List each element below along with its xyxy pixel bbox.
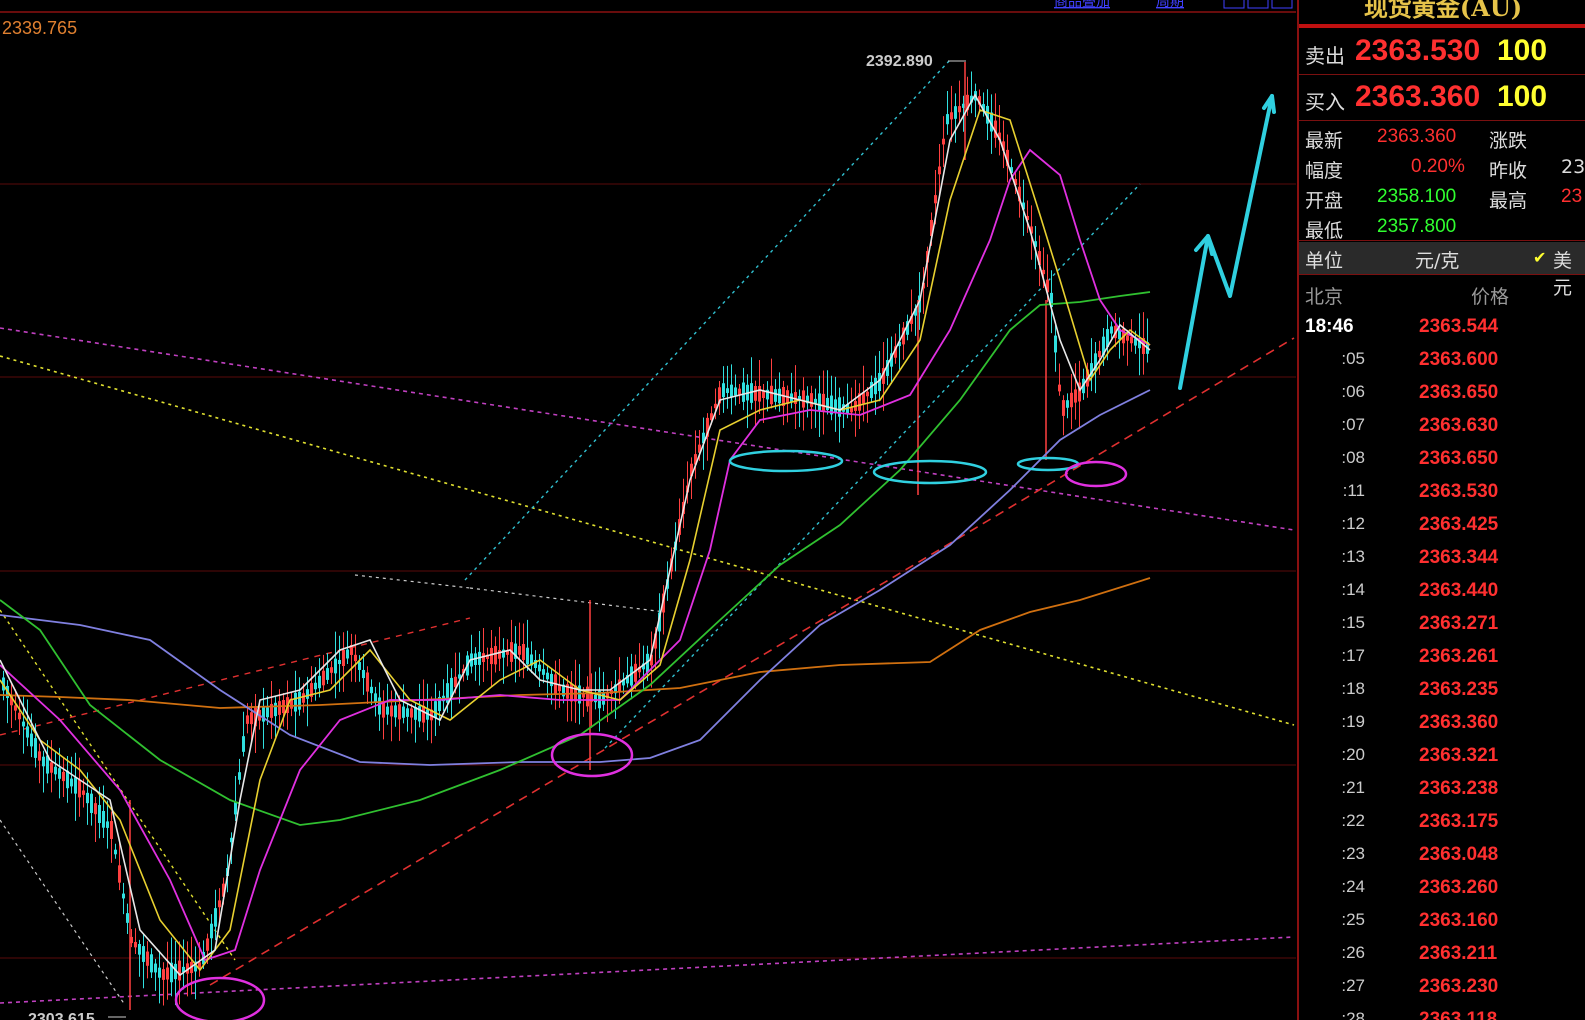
candlesticks <box>2 62 1149 1010</box>
tick-time: :25 <box>1341 910 1365 929</box>
overlay-link[interactable]: 商品叠加 <box>1054 0 1110 9</box>
tick-time: :20 <box>1341 745 1365 764</box>
tick-price: 2363.271 <box>1419 613 1499 634</box>
stats-block: 最新 2363.360 涨跌 幅度 0.20% 昨收 23 开盘 2358.10… <box>1299 122 1585 242</box>
tick-price: 2363.630 <box>1419 415 1499 436</box>
unit-option-usd[interactable]: 美元 <box>1553 246 1585 300</box>
high-label: 最高 <box>1489 190 1528 212</box>
checkmark-icon[interactable]: ✔ <box>1533 248 1546 267</box>
tick-price: 2363.600 <box>1419 349 1499 370</box>
nav-arrow-buttons[interactable] <box>1223 0 1293 9</box>
tick-price: 2363.160 <box>1419 910 1499 931</box>
tick-time: :14 <box>1341 580 1365 599</box>
tick-time: 18:46 <box>1305 316 1354 337</box>
support-ellipses-magenta <box>174 460 1128 1020</box>
cyan-channel-upper <box>464 59 951 581</box>
buy-row: 买入 2363.360 100 <box>1299 76 1585 121</box>
dotted-yellow-left-line <box>0 609 236 961</box>
ticks-price-header: 价格 <box>1471 286 1510 308</box>
tick-price: 2363.235 <box>1419 679 1499 700</box>
buy-volume: 100 <box>1497 80 1548 113</box>
tick-time: :12 <box>1341 514 1365 533</box>
tick-price: 2363.440 <box>1419 580 1499 601</box>
tick-time: :18 <box>1341 679 1365 698</box>
ma-green-line <box>0 291 1151 826</box>
tick-time: :27 <box>1341 976 1365 995</box>
tick-price: 2363.048 <box>1419 844 1499 865</box>
kline-chart-area[interactable]: 2339.765 2392.890 2303.615 商品叠加 周期 <box>0 0 1296 1020</box>
low-price-label: 2303.615 <box>28 1011 95 1020</box>
sell-price: 2363.530 <box>1355 34 1481 67</box>
open-value: 2358.100 <box>1377 186 1457 207</box>
high-price-label: 2392.890 <box>866 53 933 70</box>
instrument-title: 现货黄金(AU) <box>1363 0 1523 22</box>
ticks-time-header: 北京 <box>1305 286 1344 308</box>
tick-price: 2363.544 <box>1419 316 1499 337</box>
prev-close-label: 昨收 <box>1489 160 1528 182</box>
tick-price: 2363.260 <box>1419 877 1499 898</box>
tick-price: 2363.175 <box>1419 811 1499 832</box>
sell-row: 卖出 2363.530 100 <box>1299 30 1585 75</box>
tick-time: :13 <box>1341 547 1365 566</box>
low-value: 2357.800 <box>1377 216 1457 237</box>
horizontal-grid <box>0 183 1296 959</box>
low-label: 最低 <box>1305 220 1344 242</box>
tick-price: 2363.230 <box>1419 976 1499 997</box>
red-trend-line <box>209 337 1295 986</box>
tick-time: :11 <box>1342 481 1365 500</box>
period-link[interactable]: 周期 <box>1156 0 1184 9</box>
tick-price: 2363.321 <box>1419 745 1499 766</box>
open-label: 开盘 <box>1305 190 1344 212</box>
tick-price: 2363.118 <box>1419 1009 1498 1020</box>
prev-close-value: 23 <box>1561 156 1585 178</box>
forecast-arrow <box>1178 94 1276 390</box>
tick-price: 2363.238 <box>1419 778 1499 799</box>
tick-time: :28 <box>1341 1009 1365 1020</box>
tick-price: 2363.261 <box>1419 646 1499 667</box>
tick-time: :21 <box>1341 778 1365 797</box>
sell-label: 卖出 <box>1305 44 1345 68</box>
change-label: 涨跌 <box>1489 130 1528 152</box>
tick-time: :26 <box>1341 943 1365 962</box>
white-dotted-range-2 <box>469 587 666 613</box>
amplitude-label: 幅度 <box>1305 160 1344 182</box>
support-ellipses-cyan <box>728 449 1080 485</box>
tick-price: 2363.425 <box>1419 514 1499 535</box>
amplitude-value: 0.20% <box>1411 156 1465 177</box>
top-left-price-label: 2339.765 <box>2 18 77 38</box>
unit-label: 单位 <box>1305 250 1344 272</box>
buy-label: 买入 <box>1305 90 1345 114</box>
buy-price: 2363.360 <box>1355 80 1481 113</box>
tick-time: :24 <box>1341 877 1365 896</box>
tick-price: 2363.650 <box>1419 382 1499 403</box>
dotted-white-left-line <box>0 819 126 1006</box>
ma-yellow-line <box>0 108 1151 972</box>
unit-value[interactable]: 元/克 <box>1415 246 1459 273</box>
quote-panel: 现货黄金(AU) 卖出 2363.530 100 买入 2363.360 100… <box>1297 0 1585 1020</box>
tick-time: :05 <box>1341 349 1365 368</box>
ma-white-line <box>0 93 1151 977</box>
high-value: 23 <box>1561 186 1583 207</box>
unit-row: 单位 元/克 ✔ 美元 <box>1299 242 1585 299</box>
tick-time: :23 <box>1341 844 1365 863</box>
sell-volume: 100 <box>1497 34 1548 67</box>
tick-price: 2363.530 <box>1419 481 1499 502</box>
tick-time: :07 <box>1341 415 1365 434</box>
white-dotted-range-1 <box>354 574 471 589</box>
tick-price: 2363.650 <box>1419 448 1499 469</box>
latest-value: 2363.360 <box>1377 126 1457 147</box>
kline-chart[interactable]: 2339.765 2392.890 2303.615 商品叠加 周期 <box>0 0 1296 1020</box>
ma-magenta-line <box>0 148 1151 962</box>
tick-price: 2363.360 <box>1419 712 1499 733</box>
tick-time: :22 <box>1341 811 1365 830</box>
tick-time: :08 <box>1341 448 1365 467</box>
title-underline <box>1299 24 1585 28</box>
latest-label: 最新 <box>1305 130 1344 152</box>
tick-time: :06 <box>1341 382 1365 401</box>
tick-price: 2363.344 <box>1419 547 1499 568</box>
tick-time: :17 <box>1341 646 1365 665</box>
tick-time: :15 <box>1341 613 1365 632</box>
tick-time: :19 <box>1341 712 1365 731</box>
tick-price: 2363.211 <box>1419 943 1498 964</box>
